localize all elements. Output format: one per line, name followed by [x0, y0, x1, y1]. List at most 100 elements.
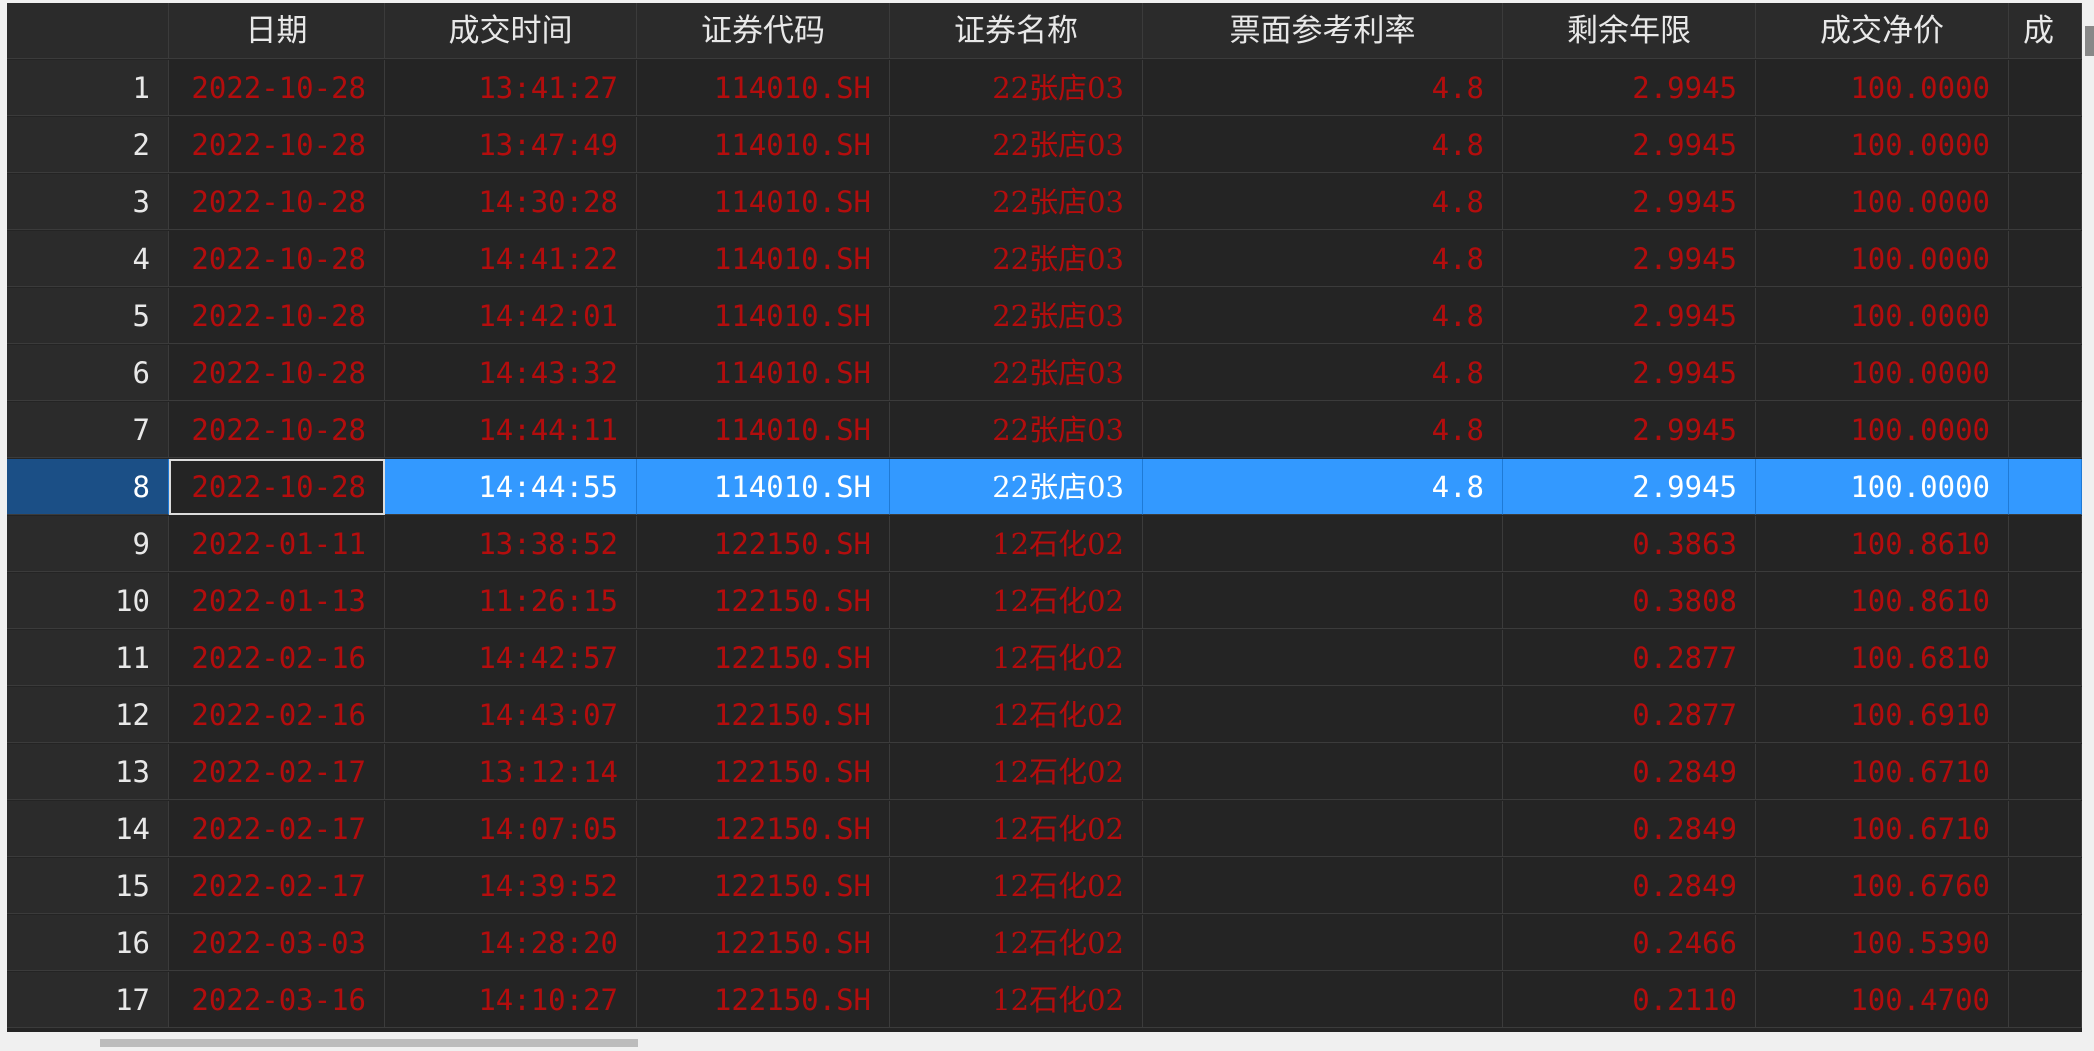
- table-row[interactable]: 12 2022-02-16 14:43:07 122150.SH 12石化02 0.287…: [7, 687, 2082, 744]
- table-row[interactable]: 15 2022-02-17 14:39:52 122150.SH 12石化02 0.284…: [7, 858, 2082, 915]
- table-row[interactable]: 17 2022-03-16 14:10:27 122150.SH 12石化02 0.211…: [7, 972, 2082, 1029]
- cell-extra[interactable]: [2009, 915, 2082, 971]
- cell-rate[interactable]: 4.8: [1143, 459, 1503, 515]
- cell-code[interactable]: 114010.SH: [637, 174, 890, 230]
- cell-extra[interactable]: [2009, 174, 2082, 230]
- cell-time[interactable]: 13:41:27: [385, 60, 637, 116]
- cell-date[interactable]: 2022-02-17: [169, 801, 385, 857]
- cell-years[interactable]: 2.9945: [1503, 117, 1756, 173]
- cell-rate[interactable]: [1143, 801, 1503, 857]
- cell-time[interactable]: 14:39:52: [385, 858, 637, 914]
- cell-price[interactable]: 100.0000: [1756, 345, 2009, 401]
- cell-price[interactable]: 100.5390: [1756, 915, 2009, 971]
- cell-time[interactable]: 14:42:57: [385, 630, 637, 686]
- cell-date-focused[interactable]: 2022-10-28: [169, 459, 385, 515]
- row-number[interactable]: 17: [7, 972, 169, 1028]
- row-number[interactable]: 14: [7, 801, 169, 857]
- cell-extra[interactable]: [2009, 288, 2082, 344]
- cell-code[interactable]: 122150.SH: [637, 972, 890, 1028]
- cell-date[interactable]: 2022-10-28: [169, 345, 385, 401]
- cell-extra[interactable]: [2009, 972, 2082, 1028]
- cell-extra[interactable]: [2009, 117, 2082, 173]
- row-number[interactable]: 15: [7, 858, 169, 914]
- column-header-extra[interactable]: 成: [2009, 3, 2082, 59]
- cell-extra[interactable]: [2009, 459, 2082, 515]
- cell-years[interactable]: 2.9945: [1503, 402, 1756, 458]
- table-row[interactable]: 10 2022-01-13 11:26:15 122150.SH 12石化02 0.380…: [7, 573, 2082, 630]
- cell-extra[interactable]: [2009, 687, 2082, 743]
- cell-name[interactable]: 22张店03: [890, 402, 1143, 458]
- table-row[interactable]: 16 2022-03-03 14:28:20 122150.SH 12石化02 0.246…: [7, 915, 2082, 972]
- cell-name[interactable]: 12石化02: [890, 630, 1143, 686]
- cell-name[interactable]: 22张店03: [890, 231, 1143, 287]
- table-row[interactable]: 5 2022-10-28 14:42:01 114010.SH 22张店03 4.8 2.9…: [7, 288, 2082, 345]
- cell-name[interactable]: 12石化02: [890, 801, 1143, 857]
- cell-price[interactable]: 100.0000: [1756, 288, 2009, 344]
- table-row[interactable]: 6 2022-10-28 14:43:32 114010.SH 22张店03 4.8 2.9…: [7, 345, 2082, 402]
- cell-date[interactable]: 2022-03-16: [169, 972, 385, 1028]
- cell-name[interactable]: 22张店03: [890, 174, 1143, 230]
- row-number[interactable]: 12: [7, 687, 169, 743]
- cell-name[interactable]: 22张店03: [890, 117, 1143, 173]
- cell-time[interactable]: 13:47:49: [385, 117, 637, 173]
- row-number[interactable]: 4: [7, 231, 169, 287]
- cell-years[interactable]: 2.9945: [1503, 345, 1756, 401]
- cell-price[interactable]: 100.0000: [1756, 117, 2009, 173]
- cell-rate[interactable]: [1143, 858, 1503, 914]
- column-header-code[interactable]: 证券代码: [637, 3, 890, 59]
- row-number[interactable]: 3: [7, 174, 169, 230]
- cell-name[interactable]: 12石化02: [890, 915, 1143, 971]
- column-header-date[interactable]: 日期: [169, 3, 385, 59]
- table-row[interactable]: 8 2022-10-28 14:44:55 114010.SH 22张店03 4.8 2.9…: [7, 459, 2082, 516]
- cell-time[interactable]: 14:43:32: [385, 345, 637, 401]
- cell-name[interactable]: 12石化02: [890, 744, 1143, 800]
- cell-price[interactable]: 100.0000: [1756, 60, 2009, 116]
- cell-code[interactable]: 122150.SH: [637, 858, 890, 914]
- table-row[interactable]: 3 2022-10-28 14:30:28 114010.SH 22张店03 4.8 2.9…: [7, 174, 2082, 231]
- cell-rate[interactable]: [1143, 687, 1503, 743]
- column-header-price[interactable]: 成交净价: [1756, 3, 2009, 59]
- cell-code[interactable]: 114010.SH: [637, 117, 890, 173]
- cell-time[interactable]: 14:43:07: [385, 687, 637, 743]
- row-number[interactable]: 11: [7, 630, 169, 686]
- row-number[interactable]: 6: [7, 345, 169, 401]
- cell-extra[interactable]: [2009, 402, 2082, 458]
- cell-extra[interactable]: [2009, 345, 2082, 401]
- cell-date[interactable]: 2022-10-28: [169, 231, 385, 287]
- cell-price[interactable]: 100.0000: [1756, 459, 2009, 515]
- table-row[interactable]: 13 2022-02-17 13:12:14 122150.SH 12石化02 0.284…: [7, 744, 2082, 801]
- cell-time[interactable]: 14:30:28: [385, 174, 637, 230]
- cell-name[interactable]: 12石化02: [890, 573, 1143, 629]
- cell-time[interactable]: 13:38:52: [385, 516, 637, 572]
- column-header-time[interactable]: 成交时间: [385, 3, 637, 59]
- cell-extra[interactable]: [2009, 744, 2082, 800]
- table-row[interactable]: 7 2022-10-28 14:44:11 114010.SH 22张店03 4.8 2.9…: [7, 402, 2082, 459]
- cell-code[interactable]: 114010.SH: [637, 402, 890, 458]
- row-number[interactable]: 8: [7, 459, 169, 515]
- cell-time[interactable]: 14:42:01: [385, 288, 637, 344]
- column-header-years[interactable]: 剩余年限: [1503, 3, 1756, 59]
- corner-header[interactable]: [7, 3, 169, 59]
- cell-time[interactable]: 11:26:15: [385, 573, 637, 629]
- cell-price[interactable]: 100.4700: [1756, 972, 2009, 1028]
- cell-rate[interactable]: 4.8: [1143, 402, 1503, 458]
- table-row[interactable]: 4 2022-10-28 14:41:22 114010.SH 22张店03 4.8 2.9…: [7, 231, 2082, 288]
- cell-name[interactable]: 22张店03: [890, 288, 1143, 344]
- table-row[interactable]: 1 2022-10-28 13:41:27 114010.SH 22张店03 4.8 2.9…: [7, 60, 2082, 117]
- cell-price[interactable]: 100.6910: [1756, 687, 2009, 743]
- cell-date[interactable]: 2022-02-17: [169, 744, 385, 800]
- column-header-name[interactable]: 证券名称: [890, 3, 1143, 59]
- cell-time[interactable]: 14:10:27: [385, 972, 637, 1028]
- cell-rate[interactable]: [1143, 630, 1503, 686]
- cell-date[interactable]: 2022-02-16: [169, 630, 385, 686]
- cell-date[interactable]: 2022-10-28: [169, 402, 385, 458]
- cell-rate[interactable]: [1143, 744, 1503, 800]
- cell-code[interactable]: 114010.SH: [637, 231, 890, 287]
- cell-date[interactable]: 2022-10-28: [169, 288, 385, 344]
- cell-date[interactable]: 2022-10-28: [169, 117, 385, 173]
- cell-rate[interactable]: 4.8: [1143, 345, 1503, 401]
- cell-extra[interactable]: [2009, 573, 2082, 629]
- row-number[interactable]: 16: [7, 915, 169, 971]
- cell-years[interactable]: 2.9945: [1503, 174, 1756, 230]
- cell-code[interactable]: 122150.SH: [637, 687, 890, 743]
